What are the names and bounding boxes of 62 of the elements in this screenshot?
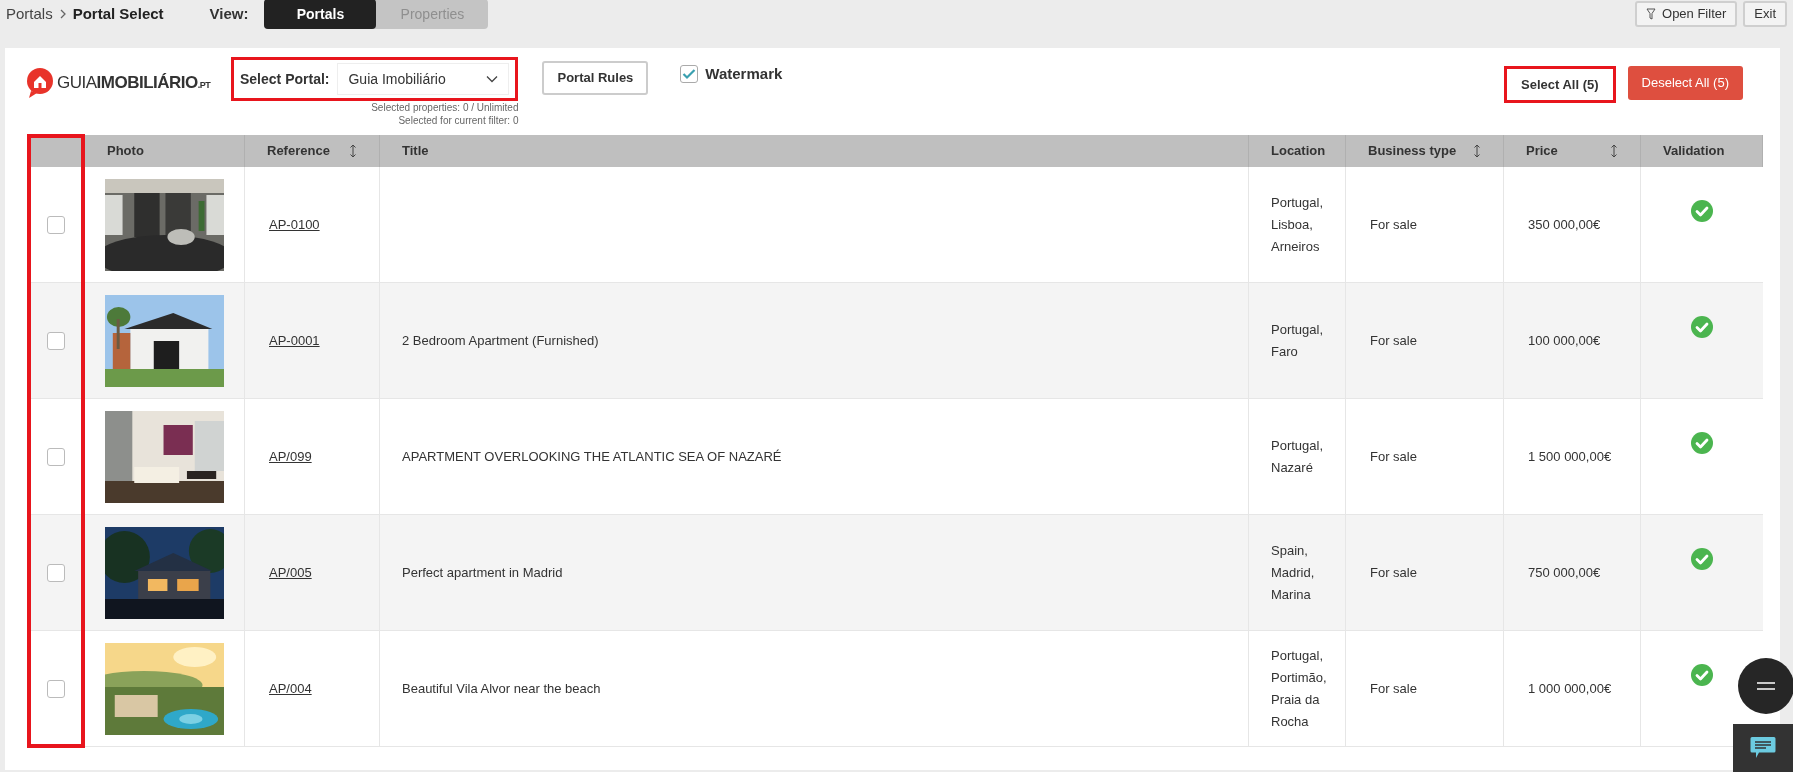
table-cell-text: 350 000,00€	[1528, 215, 1601, 234]
table-cell-text: 1 000 000,00€	[1528, 679, 1612, 698]
filter-icon	[1646, 8, 1656, 20]
column-header: Business type	[1368, 142, 1457, 161]
sort-icon[interactable]	[1473, 144, 1481, 158]
selection-note: Selected properties: 0 / Unlimited	[371, 101, 519, 114]
chat-button[interactable]	[1733, 724, 1793, 772]
selection-note: Selected for current filter: 0	[398, 114, 519, 127]
table-cell-text: Perfect apartment in Madrid	[402, 563, 563, 582]
sort-icon[interactable]	[349, 144, 357, 158]
sort-icon[interactable]	[1610, 144, 1618, 158]
exit-button[interactable]: Exit	[1743, 1, 1787, 27]
reference-link[interactable]: AP/099	[269, 446, 312, 467]
portal-dropdown[interactable]: Guia Imobiliário	[337, 63, 510, 95]
table-cell-text: Portugal, Faro	[1271, 320, 1324, 361]
reference-link[interactable]: AP-0100	[269, 214, 320, 235]
view-tab[interactable]: Portals	[264, 0, 377, 29]
column-header: Validation	[1663, 142, 1725, 161]
house-pin-icon	[25, 67, 55, 99]
table-cell-text: Portugal, Nazaré	[1271, 436, 1324, 477]
table-cell-text: Spain, Madrid, Marina	[1271, 541, 1315, 604]
checkbox[interactable]	[47, 331, 65, 350]
column-header: Reference	[267, 142, 330, 161]
menu-icon	[1757, 682, 1775, 690]
table-cell-text: APARTMENT OVERLOOKING THE ATLANTIC SEA OF NAZARÉ	[402, 447, 782, 466]
view-label: View:	[209, 3, 249, 24]
chevron-right-icon	[58, 8, 67, 20]
table-cell-text: Beautiful Vila Alvor near the beach	[402, 679, 601, 698]
column-header: Title	[402, 142, 429, 161]
chat-icon	[1750, 736, 1776, 760]
breadcrumb-current: Portal Select	[72, 3, 164, 24]
table-cell-text: For sale	[1370, 563, 1417, 582]
table-cell-text: 100 000,00€	[1528, 331, 1601, 350]
table-cell-text: For sale	[1370, 215, 1417, 234]
select-all-button[interactable]: Select All (5)	[1504, 66, 1616, 103]
breadcrumb-link[interactable]: Portals	[6, 2, 53, 26]
checkbox[interactable]	[680, 65, 699, 84]
checkbox[interactable]	[47, 447, 65, 466]
reference-link[interactable]: AP/004	[269, 678, 312, 699]
watermark-label: Watermark	[705, 64, 783, 84]
table-cell-text: For sale	[1370, 447, 1417, 466]
logo-text: GUIAIMOBILIÁRIO.PT	[57, 72, 211, 95]
column-header: Price	[1526, 142, 1558, 161]
select-portal-label: Select Portal:	[240, 69, 330, 89]
checkbox[interactable]	[47, 563, 65, 582]
table-cell-text: Portugal, Portimão, Praia da Rocha	[1271, 646, 1327, 731]
open-filter-button[interactable]: Open Filter	[1635, 1, 1738, 27]
reference-link[interactable]: AP/005	[269, 562, 312, 583]
table-cell-text: 750 000,00€	[1528, 563, 1601, 582]
table-cell-text: For sale	[1370, 679, 1417, 698]
table-cell-text: Portugal, Lisboa, Arneiros	[1271, 193, 1324, 256]
deselect-all-button[interactable]: Deselect All (5)	[1627, 66, 1743, 100]
table-cell-text: 1 500 000,00€	[1528, 447, 1612, 466]
checkbox[interactable]	[47, 215, 65, 234]
chevron-down-icon	[486, 75, 499, 83]
checkbox[interactable]	[47, 679, 65, 698]
portal-rules-button[interactable]: Portal Rules	[542, 61, 649, 95]
column-header: Location	[1271, 142, 1326, 161]
table-cell-text: For sale	[1370, 331, 1417, 350]
column-header: Photo	[107, 142, 144, 161]
reference-link[interactable]: AP-0001	[269, 330, 320, 351]
table-cell-text: 2 Bedroom Apartment (Furnished)	[402, 331, 599, 350]
